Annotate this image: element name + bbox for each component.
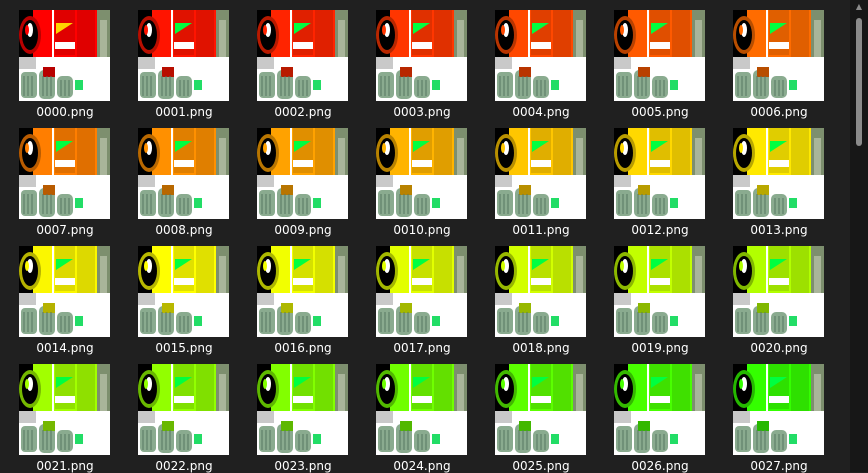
file-tile[interactable]: 0012.png xyxy=(605,120,715,237)
file-name-label: 0003.png xyxy=(393,105,451,119)
file-name-label: 0018.png xyxy=(512,341,570,355)
file-name-label: 0013.png xyxy=(750,223,808,237)
image-thumbnail[interactable] xyxy=(19,246,110,337)
file-name-label: 0023.png xyxy=(274,459,332,473)
file-tile[interactable]: 0011.png xyxy=(486,120,596,237)
vertical-scrollbar[interactable]: ▲ xyxy=(850,0,868,472)
file-tile[interactable]: 0020.png xyxy=(724,238,834,355)
image-thumbnail[interactable] xyxy=(733,10,824,101)
file-tile[interactable]: 0013.png xyxy=(724,120,834,237)
file-tile[interactable]: 0003.png xyxy=(367,2,477,119)
file-tile[interactable]: 0026.png xyxy=(605,356,715,473)
image-thumbnail[interactable] xyxy=(614,10,705,101)
file-grid: 0000.png 0001.png 0002.png 0003.png 0004… xyxy=(0,0,850,473)
image-thumbnail[interactable] xyxy=(733,246,824,337)
file-name-label: 0006.png xyxy=(750,105,808,119)
file-tile[interactable]: 0000.png xyxy=(10,2,120,119)
image-thumbnail[interactable] xyxy=(138,10,229,101)
image-thumbnail[interactable] xyxy=(495,10,586,101)
image-thumbnail[interactable] xyxy=(257,246,348,337)
file-name-label: 0026.png xyxy=(631,459,689,473)
file-tile[interactable]: 0008.png xyxy=(129,120,239,237)
file-name-label: 0014.png xyxy=(36,341,94,355)
chevron-up-icon[interactable]: ▲ xyxy=(850,0,868,14)
file-tile[interactable]: 0015.png xyxy=(129,238,239,355)
file-tile[interactable]: 0004.png xyxy=(486,2,596,119)
image-thumbnail[interactable] xyxy=(614,128,705,219)
file-name-label: 0008.png xyxy=(155,223,213,237)
image-thumbnail[interactable] xyxy=(614,364,705,455)
file-tile[interactable]: 0009.png xyxy=(248,120,358,237)
scrollbar-thumb[interactable] xyxy=(856,18,862,146)
image-thumbnail[interactable] xyxy=(257,128,348,219)
image-thumbnail[interactable] xyxy=(733,364,824,455)
file-tile[interactable]: 0017.png xyxy=(367,238,477,355)
file-tile[interactable]: 0005.png xyxy=(605,2,715,119)
file-name-label: 0021.png xyxy=(36,459,94,473)
file-name-label: 0004.png xyxy=(512,105,570,119)
file-tile[interactable]: 0001.png xyxy=(129,2,239,119)
file-name-label: 0005.png xyxy=(631,105,689,119)
file-name-label: 0019.png xyxy=(631,341,689,355)
image-thumbnail[interactable] xyxy=(138,128,229,219)
file-name-label: 0015.png xyxy=(155,341,213,355)
file-tile[interactable]: 0023.png xyxy=(248,356,358,473)
file-name-label: 0017.png xyxy=(393,341,451,355)
file-name-label: 0022.png xyxy=(155,459,213,473)
image-thumbnail[interactable] xyxy=(376,10,467,101)
image-thumbnail[interactable] xyxy=(376,364,467,455)
file-name-label: 0001.png xyxy=(155,105,213,119)
image-thumbnail[interactable] xyxy=(257,10,348,101)
file-name-label: 0016.png xyxy=(274,341,332,355)
image-thumbnail[interactable] xyxy=(495,128,586,219)
file-name-label: 0009.png xyxy=(274,223,332,237)
file-name-label: 0027.png xyxy=(750,459,808,473)
image-thumbnail[interactable] xyxy=(257,364,348,455)
file-tile[interactable]: 0018.png xyxy=(486,238,596,355)
image-thumbnail[interactable] xyxy=(19,10,110,101)
image-thumbnail[interactable] xyxy=(138,364,229,455)
image-thumbnail[interactable] xyxy=(138,246,229,337)
file-name-label: 0000.png xyxy=(36,105,94,119)
file-name-label: 0020.png xyxy=(750,341,808,355)
image-thumbnail[interactable] xyxy=(376,246,467,337)
file-name-label: 0010.png xyxy=(393,223,451,237)
file-tile[interactable]: 0021.png xyxy=(10,356,120,473)
file-tile[interactable]: 0010.png xyxy=(367,120,477,237)
file-name-label: 0007.png xyxy=(36,223,94,237)
file-name-label: 0025.png xyxy=(512,459,570,473)
image-thumbnail[interactable] xyxy=(733,128,824,219)
image-thumbnail[interactable] xyxy=(495,246,586,337)
image-thumbnail[interactable] xyxy=(19,364,110,455)
file-name-label: 0002.png xyxy=(274,105,332,119)
image-thumbnail[interactable] xyxy=(495,364,586,455)
file-tile[interactable]: 0006.png xyxy=(724,2,834,119)
file-name-label: 0012.png xyxy=(631,223,689,237)
file-tile[interactable]: 0019.png xyxy=(605,238,715,355)
file-tile[interactable]: 0024.png xyxy=(367,356,477,473)
file-tile[interactable]: 0007.png xyxy=(10,120,120,237)
file-tile[interactable]: 0027.png xyxy=(724,356,834,473)
file-tile[interactable]: 0014.png xyxy=(10,238,120,355)
image-thumbnail[interactable] xyxy=(614,246,705,337)
image-thumbnail[interactable] xyxy=(19,128,110,219)
file-tile[interactable]: 0016.png xyxy=(248,238,358,355)
file-tile[interactable]: 0022.png xyxy=(129,356,239,473)
file-name-label: 0011.png xyxy=(512,223,570,237)
file-name-label: 0024.png xyxy=(393,459,451,473)
file-tile[interactable]: 0025.png xyxy=(486,356,596,473)
image-thumbnail[interactable] xyxy=(376,128,467,219)
file-tile[interactable]: 0002.png xyxy=(248,2,358,119)
